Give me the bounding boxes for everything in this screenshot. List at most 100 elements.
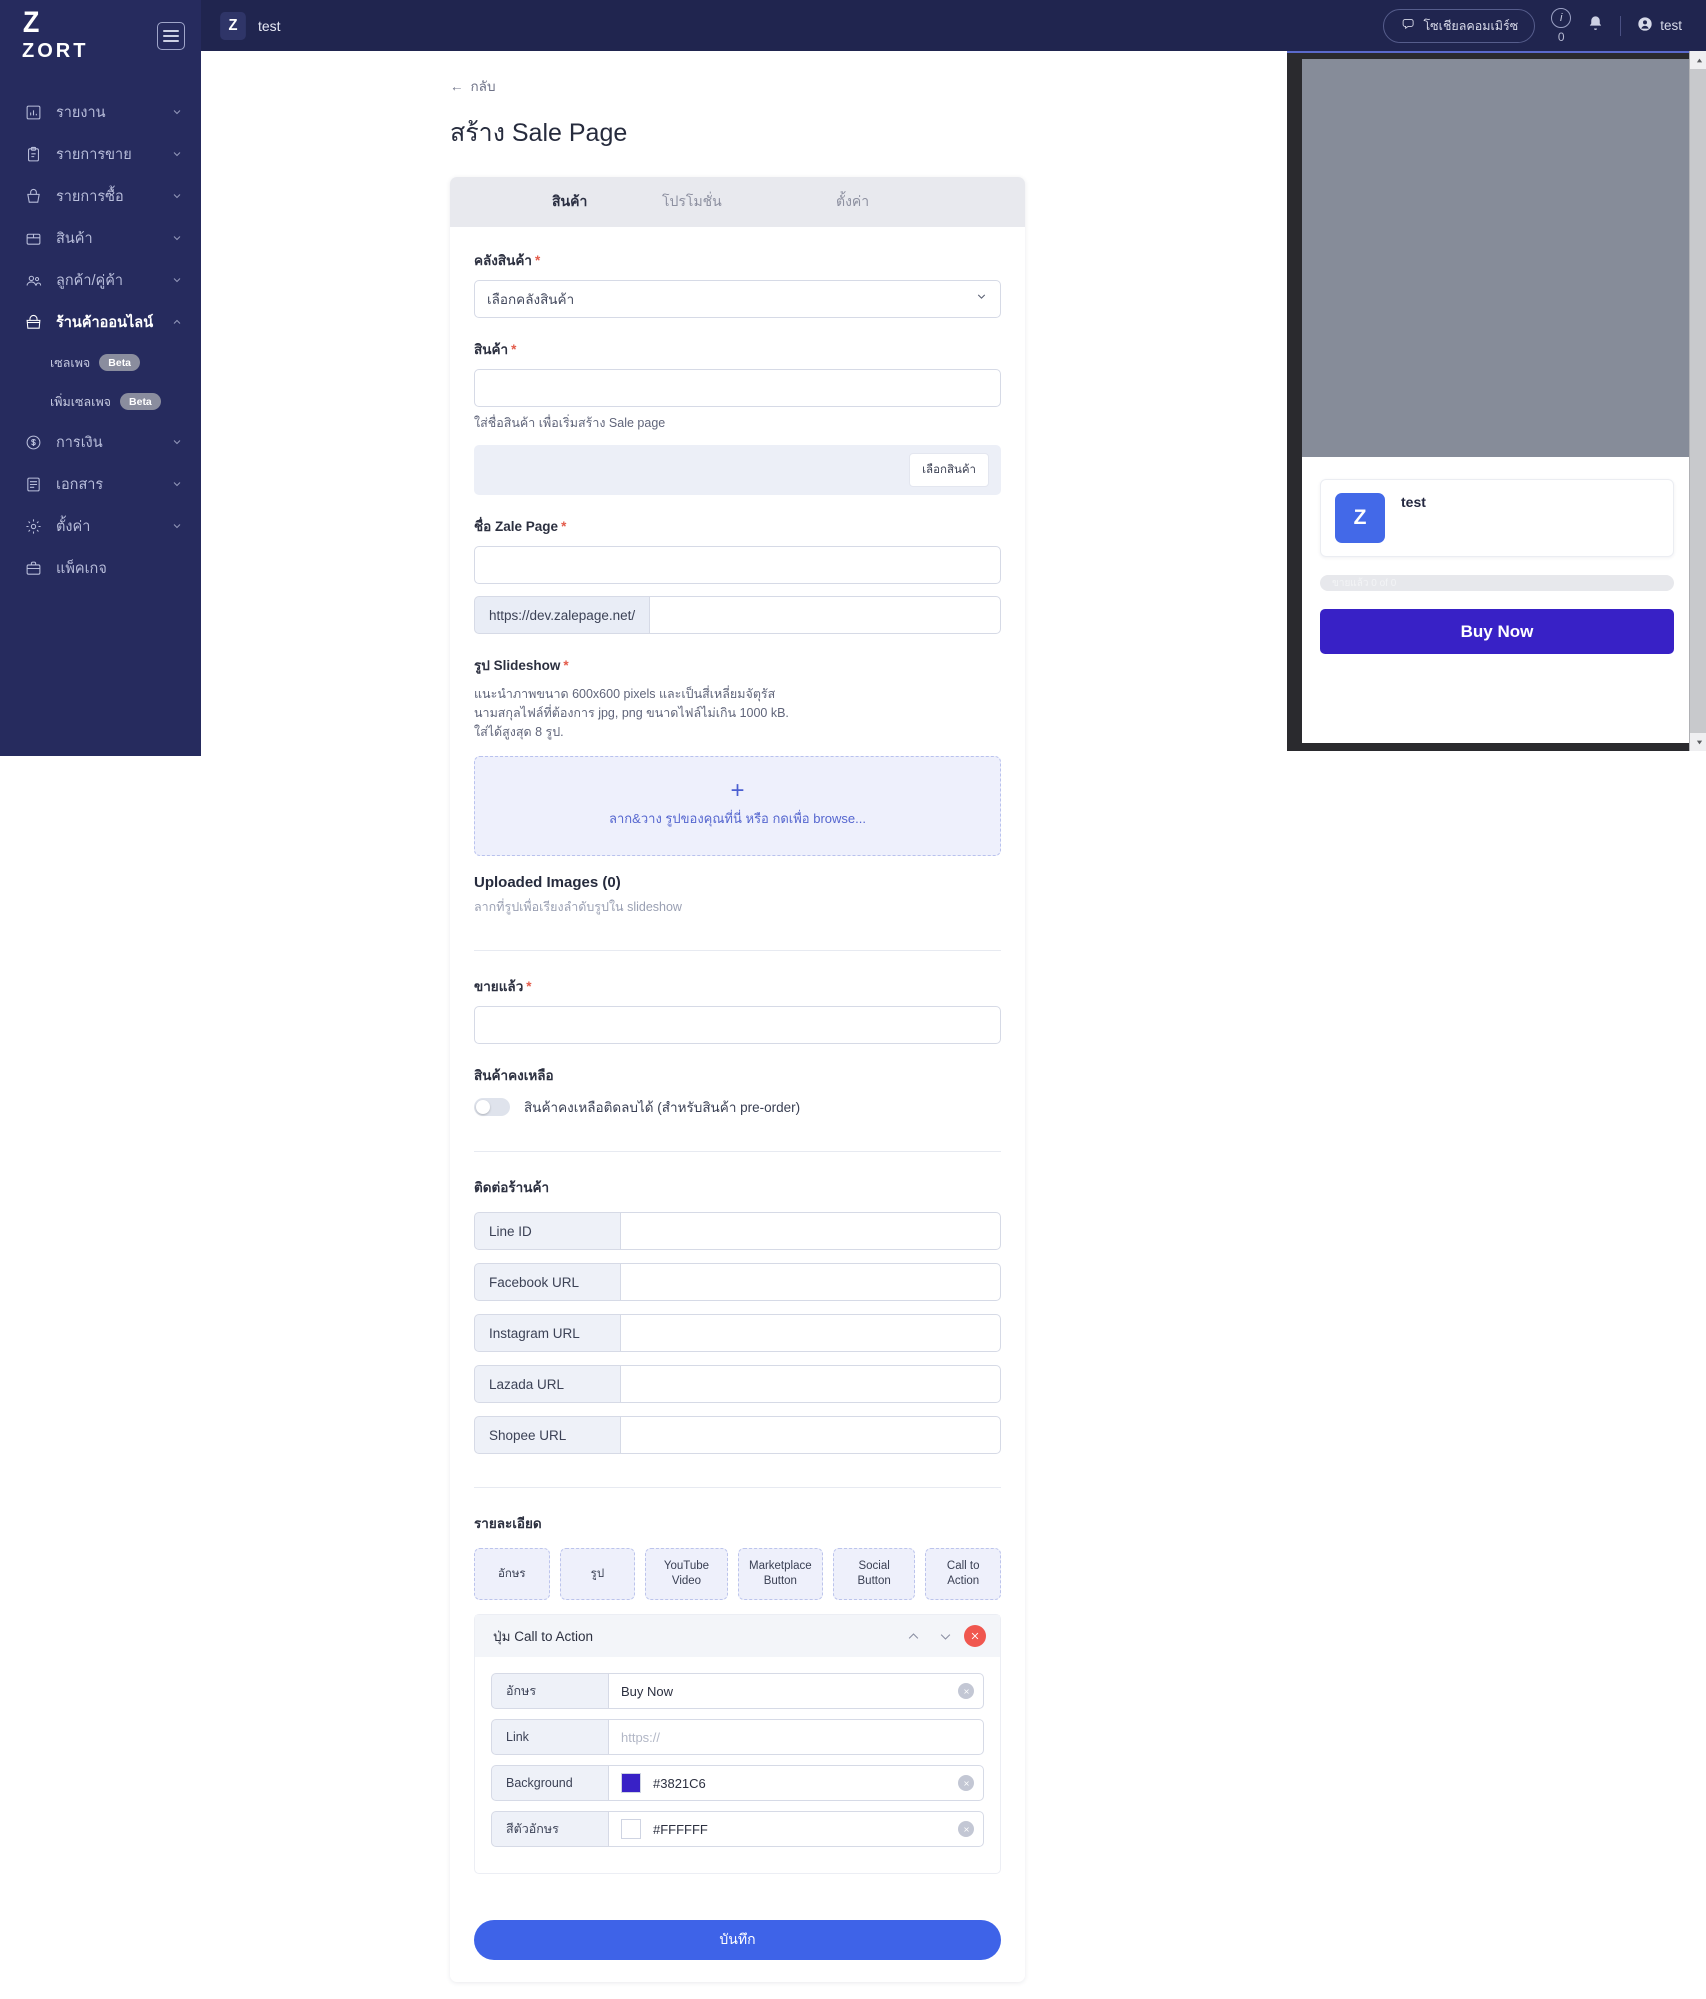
save-area: บันทึก xyxy=(450,1894,1025,1982)
chip-social-button[interactable]: Social Button xyxy=(832,1548,916,1600)
sidebar-header: Z ZORT xyxy=(0,0,201,63)
sidebar-item-reports[interactable]: รายงาน xyxy=(0,91,201,133)
basket-icon xyxy=(22,185,44,207)
social-commerce-button[interactable]: โซเชียลคอมเมิร์ซ xyxy=(1383,8,1536,43)
clear-icon[interactable] xyxy=(958,1821,974,1837)
sidebar-subitem-salepage[interactable]: เซลเพจ Beta xyxy=(0,343,201,382)
zort-logo[interactable]: Z ZORT xyxy=(22,8,88,63)
contact-label: Shopee URL xyxy=(474,1416,620,1454)
sidebar-item-products[interactable]: สินค้า xyxy=(0,217,201,259)
preview-shop-card: Z test xyxy=(1320,479,1674,557)
scroll-down-icon[interactable] xyxy=(1690,733,1706,751)
slideshow-label: รูป Slideshow * xyxy=(474,658,569,673)
chip-text[interactable]: อักษร xyxy=(474,1548,550,1600)
preview-panel: Z test ขายแล้ว 0 of 0 Buy Now xyxy=(1287,51,1706,751)
color-swatch-text[interactable] xyxy=(621,1819,641,1839)
cta-link-input[interactable]: https:// xyxy=(608,1719,984,1755)
cta-textcolor-input[interactable]: #FFFFFF xyxy=(608,1811,984,1847)
color-swatch-background[interactable] xyxy=(621,1773,641,1793)
preview-scrollbar[interactable] xyxy=(1689,51,1706,751)
cta-background-input[interactable]: #3821C6 xyxy=(608,1765,984,1801)
product-input[interactable] xyxy=(474,369,1001,407)
warehouse-label: คลังสินค้า * xyxy=(474,253,541,268)
move-down-icon[interactable] xyxy=(932,1623,958,1649)
sidebar-sublabel: เพิ่มเซลเพจ xyxy=(50,394,112,409)
box-icon xyxy=(22,227,44,249)
form-column: ← กลับ สร้าง Sale Page สินค้า โปรโมชั่น … xyxy=(450,75,1025,1982)
bell-icon[interactable] xyxy=(1587,15,1604,37)
sidebar-item-customers[interactable]: ลูกค้า/คู่ค้า xyxy=(0,259,201,301)
back-link[interactable]: ← กลับ xyxy=(450,75,496,97)
chip-marketplace-button[interactable]: Marketplace Button xyxy=(737,1548,823,1600)
shop-avatar[interactable]: Z xyxy=(220,11,246,40)
contact-row-instagram: Instagram URL xyxy=(474,1314,1001,1352)
instagram-url-input[interactable] xyxy=(620,1314,1001,1352)
beta-badge: Beta xyxy=(99,354,141,371)
tab-settings[interactable]: ตั้งค่า xyxy=(822,191,972,213)
slideshow-dropzone[interactable]: + ลาก&วาง รูปของคุณที่นี่ หรือ กดเพื่อ b… xyxy=(474,756,1001,856)
lazada-url-input[interactable] xyxy=(620,1365,1001,1403)
line-id-input[interactable] xyxy=(620,1212,1001,1250)
sidebar-item-online-store[interactable]: ร้านค้าออนไลน์ xyxy=(0,301,201,343)
chevron-down-icon xyxy=(171,106,183,118)
cta-text-input[interactable]: Buy Now xyxy=(608,1673,984,1709)
sold-input[interactable] xyxy=(474,1006,1001,1044)
sidebar-label: รายการซื้อ xyxy=(56,188,124,205)
clear-icon[interactable] xyxy=(958,1775,974,1791)
chevron-up-icon xyxy=(171,316,183,328)
preview-topline xyxy=(1287,51,1706,53)
divider xyxy=(1620,15,1622,36)
topbar-right: โซเชียลคอมเมิร์ซ i 0 test xyxy=(1383,7,1682,44)
cta-link-row: Link https:// xyxy=(491,1719,984,1755)
sidebar-item-purchases[interactable]: รายการซื้อ xyxy=(0,175,201,217)
sidebar-label: รายการขาย xyxy=(56,146,132,163)
info-counter[interactable]: i 0 xyxy=(1551,7,1572,44)
sidebar-item-finance[interactable]: การเงิน xyxy=(0,421,201,463)
content-block-chips: อักษร รูป YouTube Video Marketplace Butt… xyxy=(474,1548,1002,1600)
contact-label: Facebook URL xyxy=(474,1263,620,1301)
chip-call-to-action[interactable]: Call to Action xyxy=(925,1548,1002,1600)
required-mark: * xyxy=(534,253,541,268)
cta-text-label: อักษร xyxy=(491,1673,608,1709)
sidebar-item-sales[interactable]: รายการขาย xyxy=(0,133,201,175)
store-icon xyxy=(22,311,44,333)
zale-page-name-label: ชื่อ Zale Page * xyxy=(474,519,567,534)
shopee-url-input[interactable] xyxy=(620,1416,1001,1454)
details-section: รายละเอียด อักษร รูป YouTube Video Marke… xyxy=(474,1512,1002,1874)
tab-products[interactable]: สินค้า xyxy=(490,191,656,213)
stock-field: สินค้าคงเหลือ สินค้าคงเหลือติดลบได้ (สำห… xyxy=(474,1064,1001,1118)
select-product-button[interactable]: เลือกสินค้า xyxy=(909,453,989,487)
user-menu[interactable]: test xyxy=(1637,16,1682,35)
zale-page-slug-input[interactable] xyxy=(649,596,1001,634)
topbar: Z test โซเชียลคอมเมิร์ซ i 0 test xyxy=(201,0,1706,51)
tab-promotions[interactable]: โปรโมชั่น xyxy=(656,191,822,213)
briefcase-icon xyxy=(22,557,44,579)
sidebar-item-settings[interactable]: ตั้งค่า xyxy=(0,505,201,547)
chevron-down-icon xyxy=(171,478,183,490)
zale-page-url-row: https://dev.zalepage.net/ xyxy=(474,596,1001,634)
chevron-down-icon xyxy=(171,436,183,448)
negative-stock-toggle[interactable] xyxy=(474,1098,510,1116)
sidebar-collapse-icon[interactable] xyxy=(157,22,185,50)
dollar-icon xyxy=(22,431,44,453)
remove-block-icon[interactable] xyxy=(964,1625,986,1647)
sidebar-item-packages[interactable]: แพ็คเกจ xyxy=(0,547,201,589)
scroll-up-icon[interactable] xyxy=(1690,51,1706,69)
shop-name-label: test xyxy=(258,17,281,34)
chip-image[interactable]: รูป xyxy=(559,1548,636,1600)
sidebar-subitem-add-salepage[interactable]: เพิ่มเซลเพจ Beta xyxy=(0,382,201,421)
move-up-icon[interactable] xyxy=(900,1623,926,1649)
preview-cta-button[interactable]: Buy Now xyxy=(1320,609,1674,654)
clear-icon[interactable] xyxy=(958,1683,974,1699)
required-mark: * xyxy=(526,979,532,994)
zale-page-name-input[interactable] xyxy=(474,546,1001,584)
save-button[interactable]: บันทึก xyxy=(474,1920,1001,1960)
warehouse-select[interactable] xyxy=(474,280,1001,318)
info-icon: i xyxy=(1551,7,1572,28)
chip-youtube-video[interactable]: YouTube Video xyxy=(645,1548,728,1600)
facebook-url-input[interactable] xyxy=(620,1263,1001,1301)
sidebar-item-documents[interactable]: เอกสาร xyxy=(0,463,201,505)
form-body: คลังสินค้า* สินค้า* ใส่ชื่อสินค้ xyxy=(450,227,1025,1874)
arrow-left-icon: ← xyxy=(450,78,464,94)
dropzone-label: ลาก&วาง รูปของคุณที่นี่ หรือ กดเพื่อ bro… xyxy=(609,811,866,826)
